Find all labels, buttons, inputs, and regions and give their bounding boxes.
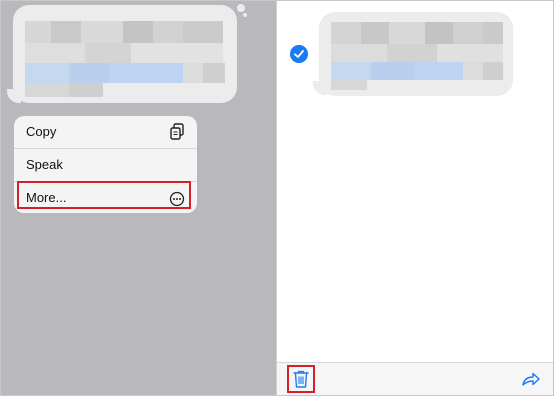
menu-item-copy[interactable]: Copy [14, 116, 197, 148]
blur-pixel [331, 62, 371, 80]
blur-pixel [415, 62, 463, 80]
menu-item-label: Speak [26, 157, 63, 172]
forward-arrow-icon[interactable] [521, 371, 541, 387]
blur-pixel [25, 83, 69, 97]
selected-message-bubble-blurred[interactable] [319, 12, 513, 96]
blur-pixel [425, 22, 453, 44]
blur-pixel [109, 63, 183, 83]
more-item-highlight-box [17, 181, 191, 209]
delete-button-highlight-box [287, 365, 315, 393]
blur-pixel [51, 21, 81, 43]
blur-pixel [389, 22, 425, 44]
blur-pixel [123, 21, 153, 43]
screenshot-frame: Copy Speak More... [0, 0, 554, 396]
blur-pixel [361, 22, 389, 44]
blur-pixel [331, 44, 387, 62]
blur-pixel [483, 22, 503, 44]
blur-pixel [183, 21, 223, 43]
bubble-decoration-dot [243, 13, 247, 17]
copy-icon [170, 123, 184, 140]
blur-pixel [131, 43, 223, 63]
bottom-toolbar [277, 362, 553, 395]
message-bubble-blurred[interactable] [13, 5, 237, 103]
pane-divider [276, 1, 277, 395]
blur-pixel [331, 80, 367, 90]
blur-pixel [437, 44, 503, 62]
blur-pixel [85, 43, 131, 63]
blur-pixel [153, 21, 183, 43]
blur-pixel [453, 22, 483, 44]
blur-pixel [25, 21, 51, 43]
checkmark-circle-icon[interactable] [290, 45, 308, 63]
blur-pixel [387, 44, 437, 62]
blur-pixel [463, 62, 483, 80]
blur-pixel [25, 63, 69, 83]
blur-pixel [183, 63, 203, 83]
menu-item-label: Copy [26, 124, 57, 139]
blur-pixel [371, 62, 415, 80]
blur-pixel [331, 22, 361, 44]
blur-pixel [203, 63, 225, 83]
blur-pixel [81, 21, 123, 43]
blur-pixel [483, 62, 503, 80]
blur-pixel [25, 43, 85, 63]
menu-item-speak[interactable]: Speak [14, 149, 197, 181]
bubble-decoration-dot [237, 4, 245, 12]
blur-pixel [69, 63, 109, 83]
blur-pixel [69, 83, 103, 97]
